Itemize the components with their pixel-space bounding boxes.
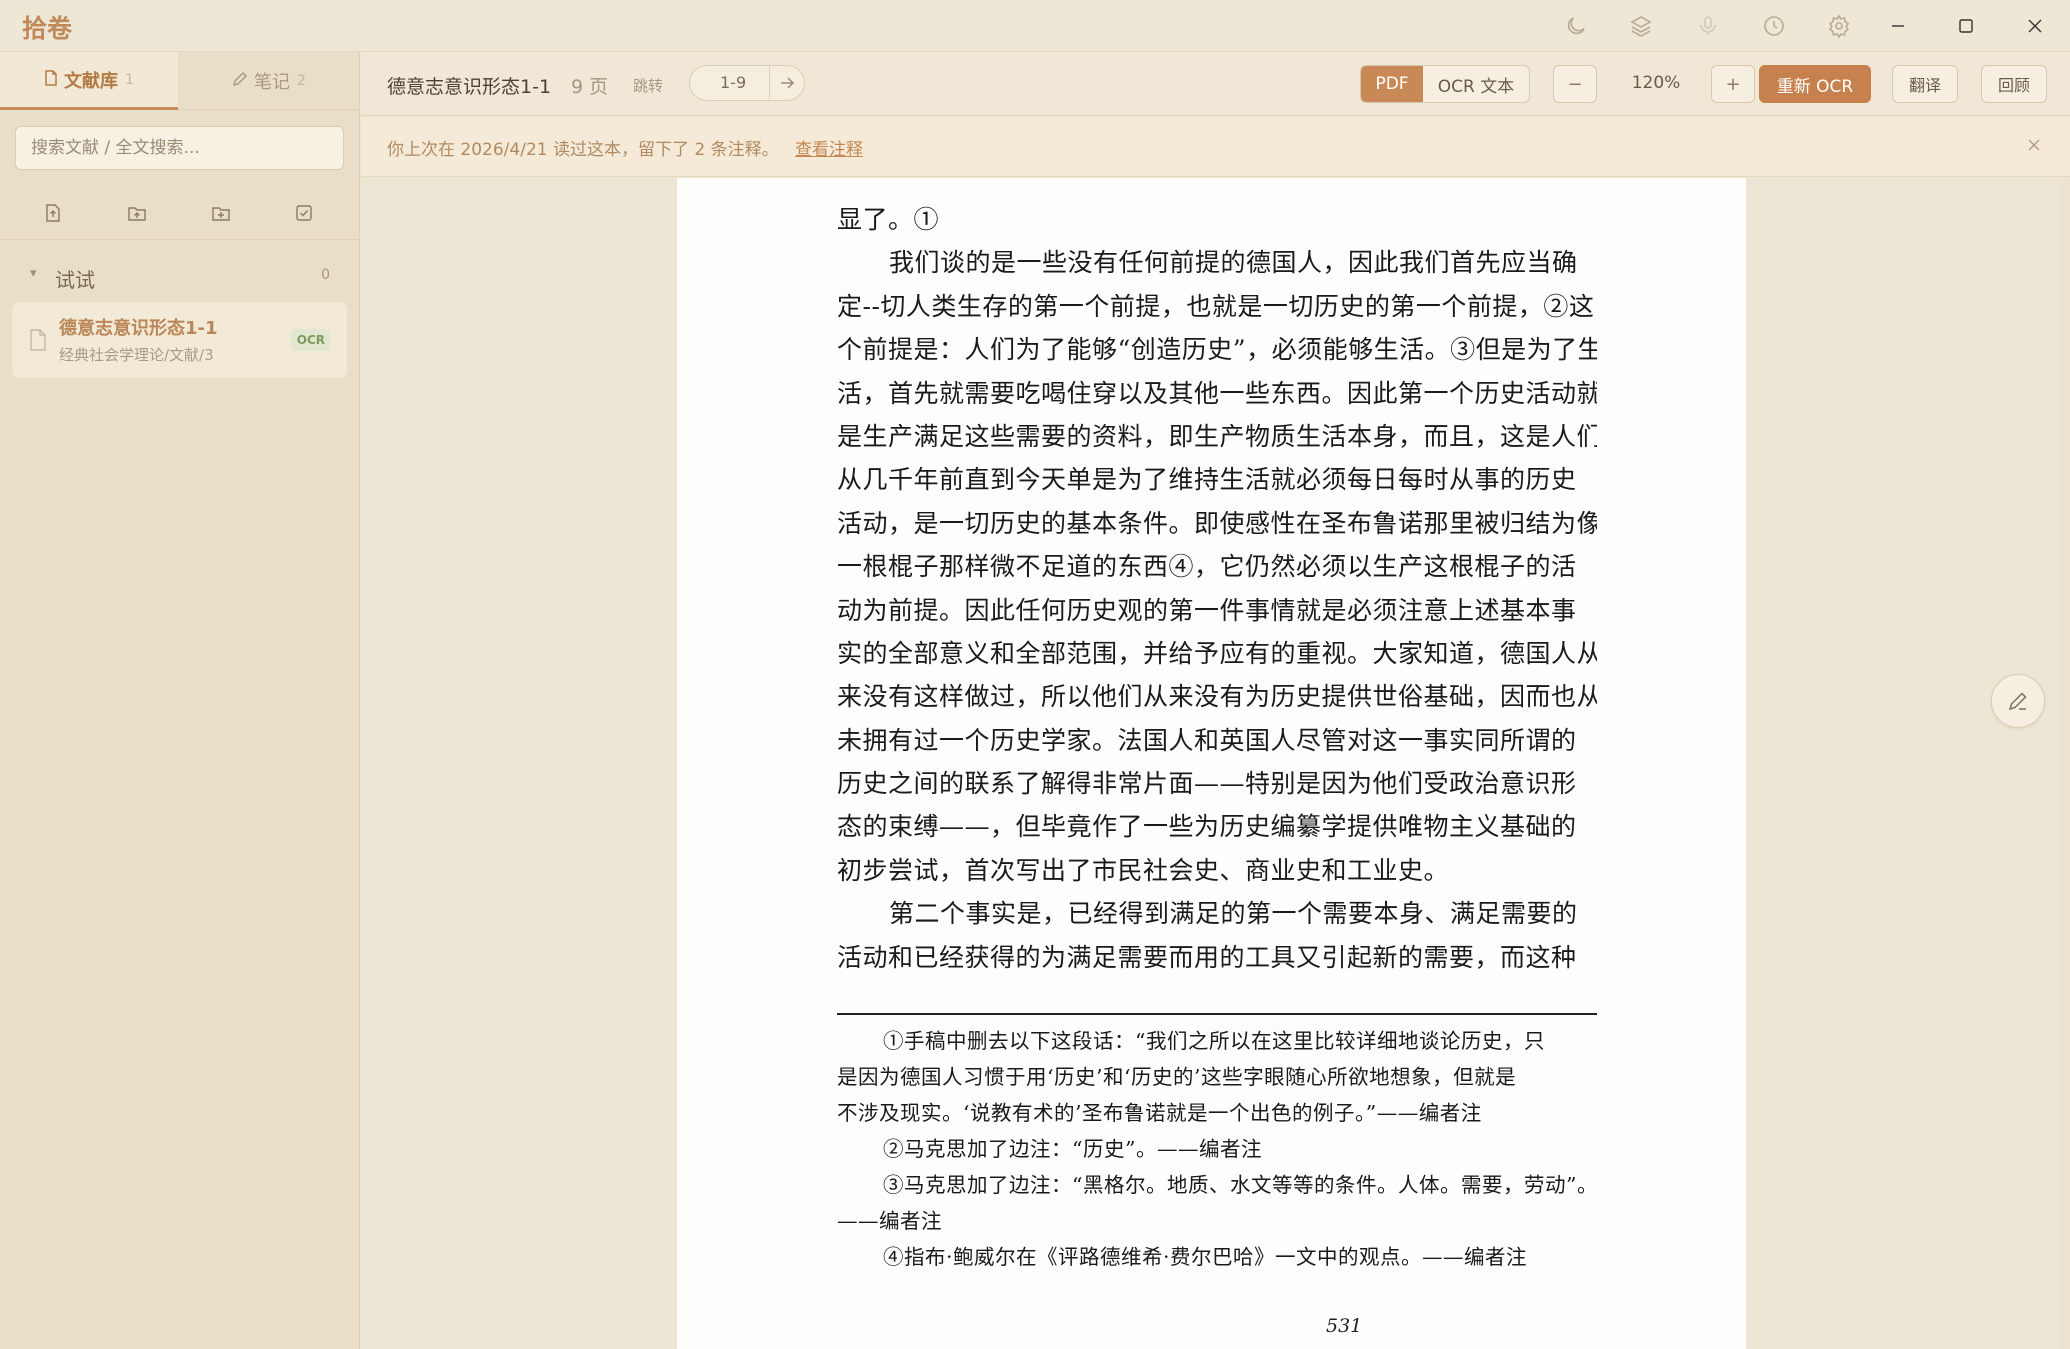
text-line: 实的全部意义和全部范围，并给予应有的重视。大家知道，德国人从 xyxy=(837,638,1597,668)
text-line: 是生产满足这些需要的资料，即生产物质生活本身，而且，这是人们 xyxy=(837,421,1597,451)
jump-input-value[interactable]: 1-9 xyxy=(720,73,746,92)
page-text: 显了。① 我们谈的是一些没有任何前提的德国人，因此我们首先应当确定--切人类生存的… xyxy=(837,198,1597,1275)
last-read-notice: 你上次在 2026/4/21 读过这本，留下了 2 条注释。 查看注释 xyxy=(361,117,2070,177)
view-mode-toggle: PDF OCR 文本 xyxy=(1360,65,1530,103)
folder-count: 0 xyxy=(321,267,330,283)
text-line: 历史之间的联系了解得非常片面——特别是因为他们受政治意识形 xyxy=(837,769,1577,799)
text-line: 活动，是一切历史的基本条件。即使感性在圣布鲁诺那里被归结为像 xyxy=(837,508,1597,538)
tab-notes-count: 2 xyxy=(297,73,306,89)
text-line: 来没有这样做过，所以他们从来没有为历史提供世俗基础，因而也从 xyxy=(837,682,1597,712)
close-icon[interactable] xyxy=(2020,131,2048,159)
moon-icon[interactable] xyxy=(1560,10,1592,42)
file-icon xyxy=(29,329,49,351)
footnote-line: ③马克思加了边注：“黑格尔。地质、水文等等的条件。人体。需要，劳动”。 xyxy=(883,1173,1597,1198)
text-line: 显了。① xyxy=(837,205,940,234)
text-line: 定--切人类生存的第一个前提，也就是一切历史的第一个前提，②这 xyxy=(837,291,1595,321)
document-title: 德意志意识形态1-1 xyxy=(59,318,218,339)
sidebar: 文献库 1 笔记 2 ▾ 试试 0 xyxy=(0,52,360,1349)
footnote-line: ④指布·鲍威尔在《评路德维希·费尔巴哈》一文中的观点。——编者注 xyxy=(883,1245,1528,1270)
page-footnotes: ①手稿中删去以下这段话：“我们之所以在这里比较详细地谈论历史，只是因为德国人习惯… xyxy=(837,1023,1597,1275)
maximize-button[interactable] xyxy=(1946,10,1986,42)
page-number: 531 xyxy=(1326,1315,1363,1337)
gear-icon[interactable] xyxy=(1823,10,1855,42)
microphone-icon[interactable] xyxy=(1692,10,1724,42)
tab-library-label: 文献库 xyxy=(64,70,119,92)
document-icon xyxy=(44,69,58,90)
layers-icon[interactable] xyxy=(1625,10,1657,42)
review-button[interactable]: 回顾 xyxy=(1981,65,2047,103)
search-input[interactable] xyxy=(15,126,344,170)
select-icon[interactable] xyxy=(289,198,319,228)
scrollbar[interactable] xyxy=(2058,178,2070,1349)
folder-row[interactable]: ▾ 试试 0 xyxy=(0,254,360,304)
text-line: 动为前提。因此任何历史观的第一件事情就是必须注意上述基本事 xyxy=(837,595,1577,625)
app-title: 拾卷 xyxy=(22,14,73,43)
text-line: 活动和已经获得的为满足需要而用的工具又引起新的需要，而这种 xyxy=(837,942,1577,972)
footnote-divider xyxy=(837,1013,1597,1016)
translate-button[interactable]: 翻译 xyxy=(1892,65,1958,103)
document-path: 经典社会学理论/文献/3 xyxy=(59,346,214,364)
tab-library-count: 1 xyxy=(125,71,134,88)
footnote-line: ——编者注 xyxy=(837,1209,942,1234)
document-toolbar: 德意志意识形态1-1 9 页 跳转 1-9 PDF OCR 文本 − 120% … xyxy=(361,52,2070,116)
footnote-line: ②马克思加了边注：“历史”。——编者注 xyxy=(883,1137,1262,1162)
list-item-document[interactable]: 德意志意识形态1-1 经典社会学理论/文献/3 OCR xyxy=(12,302,347,378)
tab-notes-label: 笔记 xyxy=(254,72,291,93)
footnote-line: ①手稿中删去以下这段话：“我们之所以在这里比较详细地谈论历史，只 xyxy=(883,1029,1545,1054)
footnote-line: 不涉及现实。‘说教有术的’圣布鲁诺就是一个出色的例子。”——编者注 xyxy=(837,1101,1482,1126)
re-ocr-button[interactable]: 重新 OCR xyxy=(1759,65,1871,103)
text-line: 态的束缚——，但毕竟作了一些为历史编纂学提供唯物主义基础的 xyxy=(837,812,1577,842)
page-count: 9 页 xyxy=(571,76,609,98)
text-line: 活，首先就需要吃喝住穿以及其他一些东西。因此第一个历史活动就 xyxy=(837,378,1597,408)
new-folder-icon[interactable] xyxy=(206,198,236,228)
import-file-icon[interactable] xyxy=(38,198,68,228)
tab-notes[interactable]: 笔记 2 xyxy=(180,52,358,110)
zoom-in-button[interactable]: + xyxy=(1711,65,1755,103)
sidebar-tabs: 文献库 1 笔记 2 xyxy=(0,52,360,110)
zoom-level: 120% xyxy=(1631,73,1681,93)
zoom-out-button[interactable]: − xyxy=(1553,65,1597,103)
pencil-icon xyxy=(232,71,248,91)
close-button[interactable] xyxy=(2015,10,2055,42)
page-jump-field[interactable]: 1-9 xyxy=(689,65,805,101)
view-annotations-link[interactable]: 查看注释 xyxy=(795,135,863,160)
text-line: 初步尝试，首次写出了市民社会史、商业史和工业史。 xyxy=(837,855,1450,885)
text-line: 我们谈的是一些没有任何前提的德国人，因此我们首先应当确 xyxy=(889,248,1578,278)
notice-text: 你上次在 2026/4/21 读过这本，留下了 2 条注释。 xyxy=(387,140,779,160)
text-line: 从几千年前直到今天单是为了维持生活就必须每日每时从事的历史 xyxy=(837,465,1577,495)
clock-icon[interactable] xyxy=(1758,10,1790,42)
arrow-right-icon[interactable] xyxy=(769,67,803,99)
jump-label: 跳转 xyxy=(633,77,664,95)
ocr-badge: OCR xyxy=(290,329,331,351)
text-line: 未拥有过一个历史学家。法国人和英国人尽管对这一事实同所谓的 xyxy=(837,725,1577,755)
sidebar-actions xyxy=(0,188,360,240)
pdf-page[interactable]: 显了。① 我们谈的是一些没有任何前提的德国人，因此我们首先应当确定--切人类生存的… xyxy=(677,178,1746,1349)
minimize-button[interactable] xyxy=(1878,10,1918,42)
folder-name: 试试 xyxy=(55,268,95,292)
text-line: 第二个事实是，已经得到满足的第一个需要本身、满足需要的 xyxy=(889,899,1578,929)
ocr-text-view-button[interactable]: OCR 文本 xyxy=(1423,66,1529,102)
pen-icon xyxy=(2008,692,2027,711)
edit-annotation-button[interactable] xyxy=(1991,674,2045,728)
pdf-viewer[interactable]: 显了。① 我们谈的是一些没有任何前提的德国人，因此我们首先应当确定--切人类生存的… xyxy=(361,178,2070,1349)
text-line: 个前提是：人们为了能够“创造历史”，必须能够生活。③但是为了生 xyxy=(837,335,1597,365)
tab-library[interactable]: 文献库 1 xyxy=(0,52,178,110)
title-bar: 拾卷 xyxy=(0,0,2070,52)
caret-down-icon[interactable]: ▾ xyxy=(30,266,37,281)
document-heading: 德意志意识形态1-1 xyxy=(387,76,552,98)
pdf-view-button[interactable]: PDF xyxy=(1361,66,1423,102)
page-body: 显了。① 我们谈的是一些没有任何前提的德国人，因此我们首先应当确定--切人类生存的… xyxy=(837,198,1597,979)
import-folder-icon[interactable] xyxy=(122,198,152,228)
footnote-line: 是因为德国人习惯于用‘历史’和‘历史的’这些字眼随心所欲地想象，但就是 xyxy=(837,1065,1517,1090)
text-line: 一根棍子那样微不足道的东西④，它仍然必须以生产这根棍子的活 xyxy=(837,552,1577,582)
